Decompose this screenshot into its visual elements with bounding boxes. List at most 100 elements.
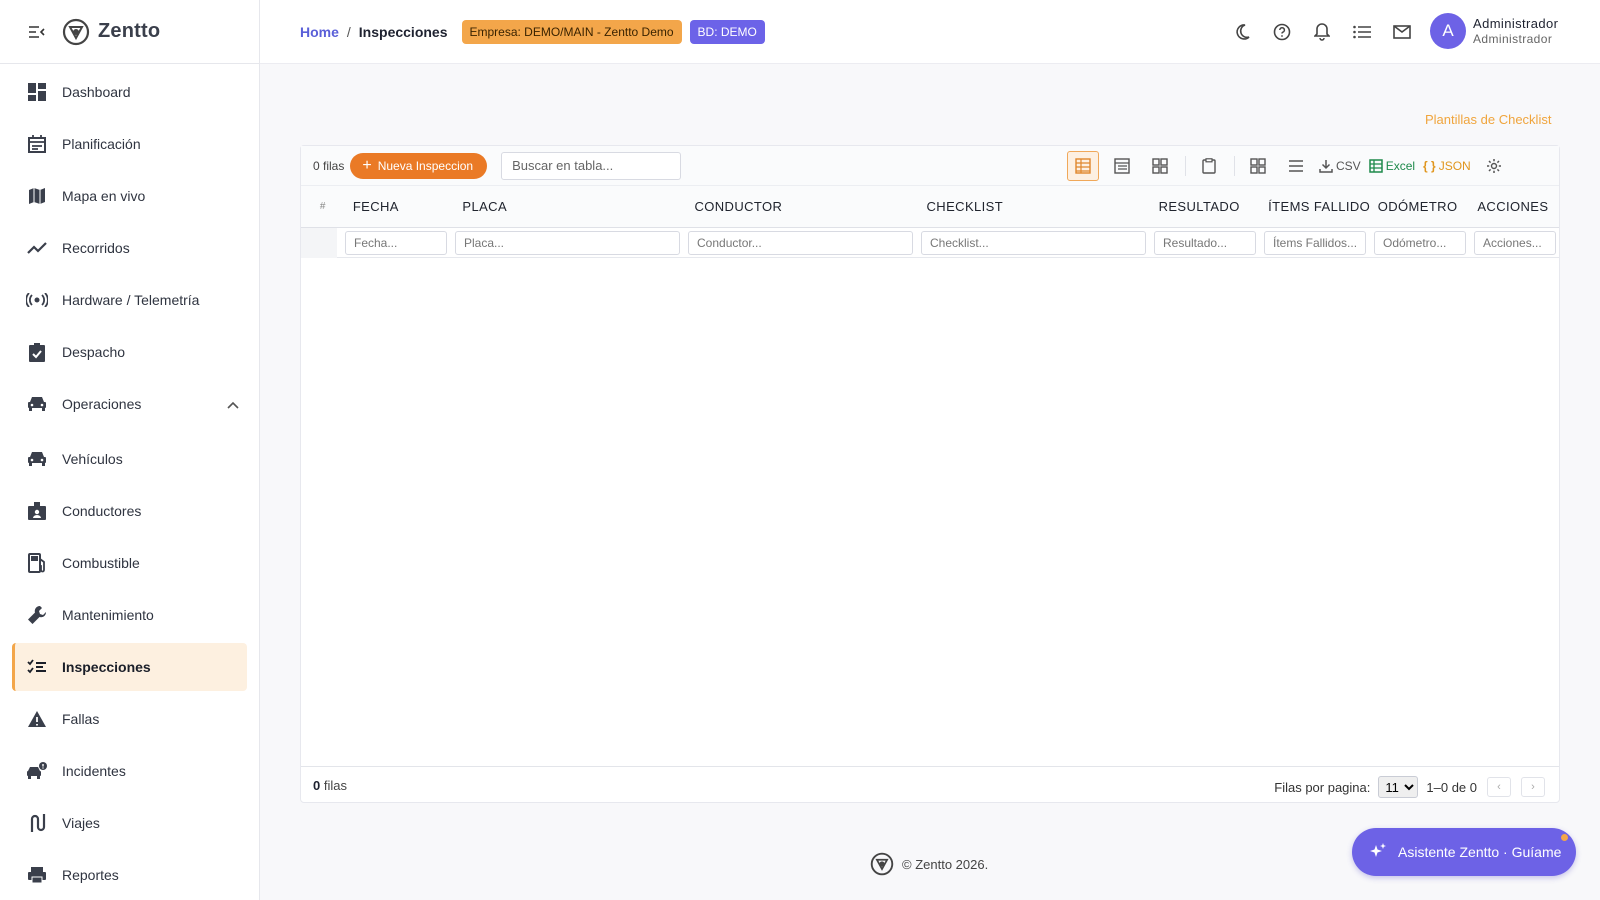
database-chip[interactable]: BD: DEMO (689, 19, 765, 44)
sidebar-item-fallas[interactable]: Fallas (12, 695, 247, 743)
grid-tools: CSV Excel { } JSON (1067, 151, 1517, 181)
notifications-icon[interactable] (1310, 20, 1334, 44)
sidebar-item-dashboard[interactable]: Dashboard (12, 68, 247, 116)
footer-row-label: filas (323, 778, 347, 793)
user-name: Administrador (1473, 16, 1559, 31)
list-icon[interactable] (1350, 20, 1374, 44)
resultado-filter-input[interactable] (1154, 230, 1256, 255)
card-view-icon[interactable] (1145, 151, 1175, 181)
copyright-text: © Zentto 2026. (902, 856, 989, 872)
table-footer: 0 filas Filas por pagina: 11 1–0 de 0 ‹ … (301, 766, 1559, 804)
sidebar-item-recorridos[interactable]: Recorridos (12, 224, 247, 272)
fecha-filter-input[interactable] (345, 230, 447, 255)
sidebar-item-label: Mantenimiento (62, 607, 154, 623)
sidebar-item-combustible[interactable]: Combustible (12, 539, 247, 587)
breadcrumb-current: Inspecciones (358, 23, 448, 40)
new-inspection-button[interactable]: + Nueva Inspeccion (350, 152, 488, 179)
column-header-items-fallidos[interactable]: ÍTEMS FALLIDOS (1260, 199, 1370, 214)
clipboard-icon[interactable] (1194, 151, 1224, 181)
sidebar-item-label: Viajes (62, 815, 100, 831)
column-header-checklist[interactable]: CHECKLIST (919, 199, 1151, 214)
car-alert-icon (26, 760, 48, 782)
breadcrumb: Home / Inspecciones (300, 24, 448, 40)
new-inspection-label: Nueva Inspeccion (377, 158, 474, 173)
help-icon[interactable] (1270, 20, 1294, 44)
user-info: Administrador Administrador (1473, 16, 1558, 46)
sidebar-item-label: Combustible (62, 555, 140, 571)
table-view-icon[interactable] (1067, 151, 1099, 181)
column-header-fecha[interactable]: FECHA (345, 199, 455, 214)
page-footer: © Zentto 2026. (870, 852, 988, 876)
menu-collapse-icon[interactable] (26, 21, 48, 43)
previous-page-icon[interactable]: ‹ (1487, 777, 1511, 797)
sidebar-item-label: Incidentes (62, 763, 126, 779)
sidebar-header: Zentto (0, 0, 259, 64)
compact-view-icon[interactable] (1107, 151, 1137, 181)
checklist-templates-link[interactable]: Plantillas de Checklist (1425, 112, 1551, 127)
sidebar-item-mantenimiento[interactable]: Mantenimiento (12, 591, 247, 639)
dark-mode-icon[interactable] (1230, 20, 1254, 44)
density-icon[interactable] (1281, 151, 1311, 181)
rows-per-page-select[interactable]: 11 (1378, 776, 1419, 798)
sidebar-item-label: Despacho (62, 344, 126, 360)
clipboard-check-icon (26, 341, 48, 363)
column-header-conductor[interactable]: CONDUCTOR (686, 199, 918, 214)
table-search-input[interactable] (501, 151, 682, 180)
table-header: # FECHA PLACA CONDUCTOR CHECKLIST RESULT… (301, 186, 1559, 228)
zentto-logo-icon (870, 852, 894, 876)
empresa-chip[interactable]: Empresa: DEMO/MAIN - Zentto Demo (461, 19, 682, 44)
breadcrumb-home-link[interactable]: Home (300, 24, 339, 40)
column-header-placa[interactable]: PLACA (454, 199, 686, 214)
sidebar-item-inspecciones[interactable]: Inspecciones (12, 643, 247, 691)
sidebar-item-incidentes[interactable]: Incidentes (12, 747, 247, 795)
items-fallidos-filter-input[interactable] (1264, 230, 1366, 255)
conductor-filter-input[interactable] (688, 230, 913, 255)
sidebar-item-despacho[interactable]: Despacho (12, 328, 247, 376)
badge-icon (26, 500, 48, 522)
sidebar-item-conductores[interactable]: Conductores (12, 487, 247, 535)
print-icon (26, 864, 48, 886)
export-csv-button[interactable]: CSV (1319, 151, 1361, 181)
export-excel-button[interactable]: Excel (1368, 151, 1415, 181)
notification-dot (1561, 834, 1568, 841)
column-header-resultado[interactable]: RESULTADO (1151, 199, 1261, 214)
column-header-acciones[interactable]: ACCIONES (1469, 199, 1559, 214)
next-page-icon[interactable]: › (1521, 777, 1545, 797)
pagination-range: 1–0 de 0 (1426, 779, 1477, 795)
sidebar-item-hardware[interactable]: Hardware / Telemetría (12, 276, 247, 324)
sidebar-item-label: Hardware / Telemetría (62, 292, 200, 308)
fuel-icon (26, 552, 48, 574)
logo[interactable]: Zentto (62, 18, 160, 46)
placa-filter-input[interactable] (455, 230, 680, 255)
sidebar-item-reportes[interactable]: Reportes (12, 851, 247, 899)
sidebar-item-mapa[interactable]: Mapa en vivo (12, 172, 247, 220)
odometro-filter-input[interactable] (1374, 230, 1466, 255)
column-header-odometro[interactable]: ODÓMETRO (1370, 199, 1470, 214)
calendar-icon (26, 133, 48, 155)
export-json-button[interactable]: { } JSON (1423, 151, 1471, 181)
csv-label: CSV (1336, 159, 1361, 173)
braces-icon: { } (1423, 159, 1436, 173)
filter-row (301, 227, 1559, 258)
assistant-button[interactable]: Asistente Zentto · Guíame (1352, 828, 1576, 876)
toolbar-divider (1234, 156, 1235, 176)
sidebar-item-operaciones[interactable]: Operaciones (12, 380, 247, 428)
user-menu[interactable]: A Administrador Administrador (1430, 13, 1558, 49)
sidebar-item-label: Fallas (62, 711, 100, 727)
settings-gear-icon[interactable] (1479, 151, 1509, 181)
rows-per-page-label: Filas por pagina: (1274, 779, 1371, 795)
grid-columns-icon[interactable] (1243, 151, 1273, 181)
acciones-filter-input[interactable] (1474, 230, 1556, 255)
mail-icon[interactable] (1390, 20, 1414, 44)
sidebar-item-label: Operaciones (62, 396, 142, 412)
checklist-filter-input[interactable] (921, 230, 1146, 255)
sidebar-item-label: Mapa en vivo (62, 188, 146, 204)
sidebar-item-vehiculos[interactable]: Vehículos (12, 435, 247, 483)
grid-toolbar: 0 filas + Nueva Inspeccion CSV Excel (301, 146, 1559, 186)
avatar[interactable]: A (1430, 13, 1466, 49)
checklist-icon (26, 656, 48, 678)
user-role: Administrador (1473, 32, 1553, 46)
sidebar-item-planificacion[interactable]: Planificación (12, 120, 247, 168)
sidebar-item-viajes[interactable]: Viajes (12, 799, 247, 847)
chevron-up-icon[interactable] (227, 396, 239, 412)
